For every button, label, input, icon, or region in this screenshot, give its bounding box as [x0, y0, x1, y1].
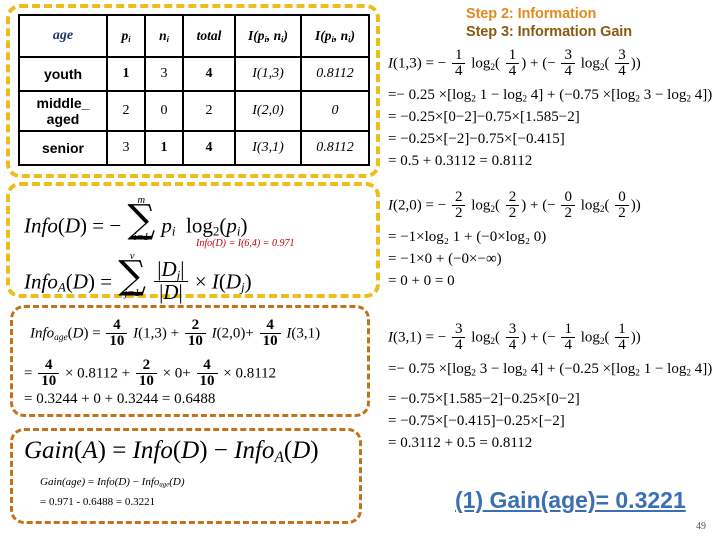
cell-i-expr: I(2,0)	[234, 90, 302, 132]
formula-i31-line2: =− 0.75 ×[log2 3 − log2 4] + (−0.25 ×[lo…	[388, 361, 713, 379]
summation-symbol: m ∑ i=1	[127, 195, 156, 243]
summation-symbol: v ∑ j=1	[118, 251, 147, 299]
col-header-pi: pi	[106, 14, 146, 58]
cell-i-value: 0	[300, 90, 370, 132]
cell-total: 4	[182, 56, 236, 92]
table-row: middle_ aged 2 0 2 I(2,0) 0	[18, 90, 370, 132]
cell-i-value: 0.8112	[300, 56, 370, 92]
cell-total: 2	[182, 90, 236, 132]
cell-total: 4	[182, 130, 236, 166]
col-header-i-expr: I(pi, ni)	[234, 14, 302, 58]
cell-age: middle_ aged	[18, 90, 108, 132]
formula-i13-line3: = −0.25×[0−2]−0.75×[1.585−2]	[388, 109, 580, 125]
formula-i31-line5: = 0.3112 + 0.5 = 0.8112	[388, 435, 533, 451]
cell-n: 3	[144, 56, 184, 92]
cell-n: 0	[144, 90, 184, 132]
cell-i-value: 0.8112	[300, 130, 370, 166]
formula-i20-line4: = 0 + 0 = 0	[388, 273, 455, 289]
page-number: 49	[696, 521, 706, 532]
formula-i20-line2: = −1×log₂ 1 + (−0×log₂ 0)	[388, 229, 547, 245]
col-header-ni: ni	[144, 14, 184, 58]
info-d-note: Info(D) = I(6,4) = 0.971	[196, 238, 295, 249]
table-row: senior 3 1 4 I(3,1) 0.8112	[18, 130, 370, 166]
cell-age-line2: aged	[46, 111, 80, 127]
formula-i20-line1: I(2,0) = − 22 log2( 2 2) + (− 02 log2( 02…	[388, 189, 641, 222]
formula-i20-line3: = −1×0 + (−0×−∞)	[388, 251, 502, 267]
formula-i13-line2: =− 0.25 ×[log2 1 − log2 4] + (−0.75 ×[lo…	[388, 87, 713, 105]
formula-i13-line5: = 0.5 + 0.3112 = 0.8112	[388, 153, 533, 169]
cell-age: youth	[18, 56, 108, 92]
heading-step3: Step 3: Information Gain	[466, 24, 632, 40]
formula-info-a: InfoA(D) = v ∑ j=1 |Dj| |D| × I(Dj)	[24, 251, 252, 305]
cell-p: 3	[106, 130, 146, 166]
cell-p: 1	[106, 56, 146, 92]
final-gain-age: (1) Gain(age)= 0.3221	[455, 487, 686, 513]
cell-i-expr: I(1,3)	[234, 56, 302, 92]
cell-age: senior	[18, 130, 108, 166]
formula-i13-line1: I(1,3) = − 14 log2( 1 4) + (− 34 log2( 34…	[388, 47, 641, 80]
formula-info-d: Info(D) = − m ∑ i=1 pi log2(pi)	[24, 195, 248, 243]
formula-i31-line4: = −0.75×[−0.415]−0.25×[−2]	[388, 413, 565, 429]
fraction-dj-over-d: |Dj| |D|	[154, 258, 188, 304]
table-row: youth 1 3 4 I(1,3) 0.8112	[18, 56, 370, 92]
formula-i13-line4: = −0.25×[−2]−0.75×[−0.415]	[388, 131, 565, 147]
cell-age-line1: middle_	[36, 95, 90, 111]
col-header-age: age	[18, 14, 108, 58]
cell-n: 1	[144, 130, 184, 166]
cell-i-expr: I(3,1)	[234, 130, 302, 166]
col-header-total: total	[182, 14, 236, 58]
col-header-i-value: I(pi, ni)	[300, 14, 370, 58]
formula-i31-line3: = −0.75×[1.585−2]−0.25×[0−2]	[388, 391, 580, 407]
age-info-table: age pi ni total I(pi, ni) I(pi, ni) yout…	[18, 14, 370, 166]
formula-i31-line1: I(3,1) = − 34 log2( 3 4) + (− 14 log2( 14…	[388, 321, 641, 354]
formula-gain-age: Gain(age) = Info(D) − Infoage(D)	[40, 476, 185, 489]
heading-step2: Step 2: Information	[466, 6, 597, 22]
formula-info-age-line3: = 0.3244 + 0 + 0.3244 = 0.6488	[24, 391, 216, 407]
cell-p: 2	[106, 90, 146, 132]
formula-info-age-line2: = 4 10 × 0.8112 + 2 10 × 0+ 4 10 × 0.8112	[24, 357, 277, 390]
formula-info-age-line1: Infoage(D) = 4 10 I(1,3) + 2 10 I(2,0)+ 41…	[30, 317, 321, 350]
table-header-row: age pi ni total I(pi, ni) I(pi, ni)	[18, 14, 370, 58]
formula-gain-age-result: = 0.971 - 0.6488 = 0.3221	[40, 496, 156, 508]
formula-gain-a: Gain(A) = Info(D) − InfoA(D)	[24, 437, 319, 466]
